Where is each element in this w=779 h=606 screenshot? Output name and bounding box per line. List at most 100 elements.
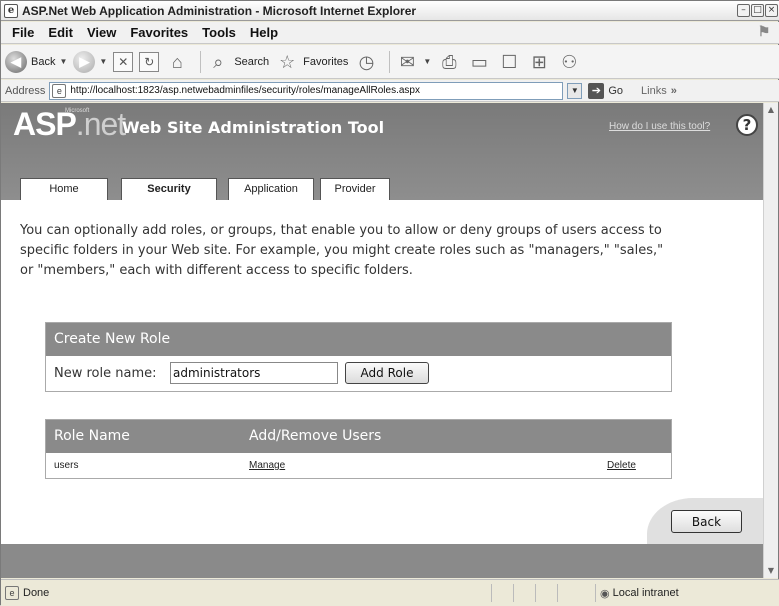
- menu-view[interactable]: View: [80, 25, 123, 40]
- home-button[interactable]: ⌂: [165, 51, 189, 73]
- back-button[interactable]: ◀ Back ▼: [5, 50, 67, 73]
- menu-tools[interactable]: Tools: [195, 25, 243, 40]
- go-arrow-icon: ➔: [588, 82, 605, 99]
- star-icon: ☆: [279, 51, 296, 72]
- toolbar-separator: [200, 50, 202, 73]
- research-icon: ⊞: [531, 51, 547, 72]
- scroll-up-icon[interactable]: ▲: [764, 103, 778, 117]
- menu-edit[interactable]: Edit: [41, 25, 80, 40]
- menu-favorites[interactable]: Favorites: [123, 25, 195, 40]
- create-role-panel: Create New Role New role name: Add Role: [45, 322, 672, 392]
- go-button[interactable]: ➔ Go: [588, 82, 624, 99]
- stop-icon: ✕: [113, 51, 134, 72]
- chevron-right-icon: »: [670, 84, 677, 97]
- home-icon: ⌂: [171, 51, 183, 72]
- create-role-body: New role name: Add Role: [46, 356, 671, 391]
- chevron-down-icon[interactable]: ▼: [567, 82, 583, 99]
- edit-button[interactable]: ▭: [467, 51, 491, 73]
- history-icon: ◷: [358, 51, 375, 72]
- zone-label: Local intranet: [612, 587, 679, 599]
- back-page-button[interactable]: Back: [671, 510, 742, 533]
- messenger-icon: ⚇: [561, 51, 578, 72]
- menu-file[interactable]: File: [5, 25, 41, 40]
- roles-table-header: Role Name Add/Remove Users: [46, 420, 671, 453]
- roles-table: Role Name Add/Remove Users users Manage …: [45, 419, 672, 479]
- status-pane: [535, 584, 557, 602]
- discuss-icon: ☐: [501, 51, 518, 72]
- column-role-name: Role Name: [54, 428, 130, 444]
- help-icon[interactable]: ?: [736, 114, 758, 136]
- favorites-label: Favorites: [303, 55, 349, 68]
- mail-button[interactable]: ✉ ▼: [395, 51, 431, 73]
- vertical-scrollbar[interactable]: ▲ ▼: [763, 103, 778, 578]
- windows-flag-icon: ⚑: [757, 23, 771, 39]
- search-label: Search: [234, 55, 270, 68]
- address-url: http://localhost:1823/asp.netwebadminfil…: [70, 85, 420, 96]
- messenger-button[interactable]: ⚇: [557, 51, 581, 73]
- add-role-button[interactable]: Add Role: [345, 362, 429, 384]
- back-label: Back: [31, 55, 56, 68]
- delete-link[interactable]: Delete: [607, 460, 636, 471]
- toolbar: ◀ Back ▼ ▶ ▼ ✕ ↻ ⌂ ⌕ Search ☆ Favorites …: [1, 45, 779, 79]
- browser-window: e ASP.Net Web Application Administration…: [0, 0, 779, 606]
- favorites-button[interactable]: ☆ Favorites: [275, 51, 348, 73]
- research-button[interactable]: ⊞: [527, 51, 551, 73]
- security-zone: ◉ Local intranet: [595, 584, 679, 602]
- scroll-down-icon[interactable]: ▼: [764, 564, 778, 578]
- address-input[interactable]: e http://localhost:1823/asp.netwebadminf…: [49, 81, 564, 100]
- status-pane: [491, 584, 513, 602]
- tab-home[interactable]: Home: [20, 178, 108, 200]
- chevron-down-icon[interactable]: ▼: [59, 57, 67, 66]
- search-button[interactable]: ⌕ Search: [206, 51, 269, 73]
- links-label: Links: [641, 84, 667, 97]
- status-panes: [491, 584, 579, 602]
- window-controls: – □ ×: [737, 4, 778, 17]
- links-button[interactable]: Links»: [641, 85, 677, 97]
- create-role-heading: Create New Role: [46, 323, 671, 356]
- address-label: Address: [5, 84, 46, 97]
- maximize-icon[interactable]: □: [751, 4, 764, 17]
- site-title: Web Site Administration Tool: [122, 118, 385, 137]
- forward-button[interactable]: ▶ ▼: [73, 50, 107, 73]
- manage-link[interactable]: Manage: [249, 460, 285, 471]
- refresh-button[interactable]: ↻: [139, 51, 160, 72]
- table-row: users Manage Delete: [46, 453, 671, 478]
- page-content: ASP.net Microsoft Web Site Administratio…: [1, 103, 765, 578]
- role-name-cell: users: [54, 460, 79, 471]
- close-icon[interactable]: ×: [765, 4, 778, 17]
- role-name-input[interactable]: [170, 362, 338, 384]
- page-icon: e: [52, 83, 67, 98]
- edit-icon: ▭: [470, 51, 488, 72]
- back-arrow-icon: ◀: [5, 50, 27, 73]
- address-bar: Address e http://localhost:1823/asp.netw…: [1, 80, 779, 102]
- toolbar-separator: [389, 50, 391, 73]
- minimize-icon[interactable]: –: [737, 4, 750, 17]
- stop-button[interactable]: ✕: [113, 51, 134, 72]
- tab-provider[interactable]: Provider: [320, 178, 390, 200]
- tab-application[interactable]: Application: [228, 178, 314, 200]
- history-button[interactable]: ◷: [354, 51, 378, 73]
- window-title: ASP.Net Web Application Administration -…: [22, 3, 417, 18]
- refresh-icon: ↻: [139, 51, 160, 72]
- title-bar: e ASP.Net Web Application Administration…: [1, 1, 779, 21]
- print-button[interactable]: ⎙: [437, 51, 461, 73]
- discuss-button[interactable]: ☐: [497, 51, 521, 73]
- footer-band: [1, 544, 765, 578]
- status-pane: [557, 584, 579, 602]
- intranet-icon: ◉: [600, 587, 610, 600]
- ie-icon: e: [4, 3, 18, 18]
- help-link[interactable]: How do I use this tool?: [609, 121, 710, 132]
- chevron-down-icon[interactable]: ▼: [423, 57, 431, 66]
- status-bar: e Done ◉ Local intranet: [1, 579, 779, 606]
- menu-bar: File Edit View Favorites Tools Help ⚑: [1, 22, 779, 44]
- mail-icon: ✉: [399, 51, 415, 72]
- site-header: ASP.net Microsoft Web Site Administratio…: [1, 103, 765, 200]
- status-text: Done: [23, 587, 50, 599]
- chevron-down-icon[interactable]: ▼: [99, 57, 107, 66]
- forward-arrow-icon: ▶: [73, 50, 96, 73]
- menu-help[interactable]: Help: [243, 25, 285, 40]
- page-icon: e: [5, 586, 19, 600]
- go-label: Go: [608, 84, 624, 97]
- column-add-remove-users: Add/Remove Users: [249, 428, 382, 444]
- tab-security[interactable]: Security: [121, 178, 217, 200]
